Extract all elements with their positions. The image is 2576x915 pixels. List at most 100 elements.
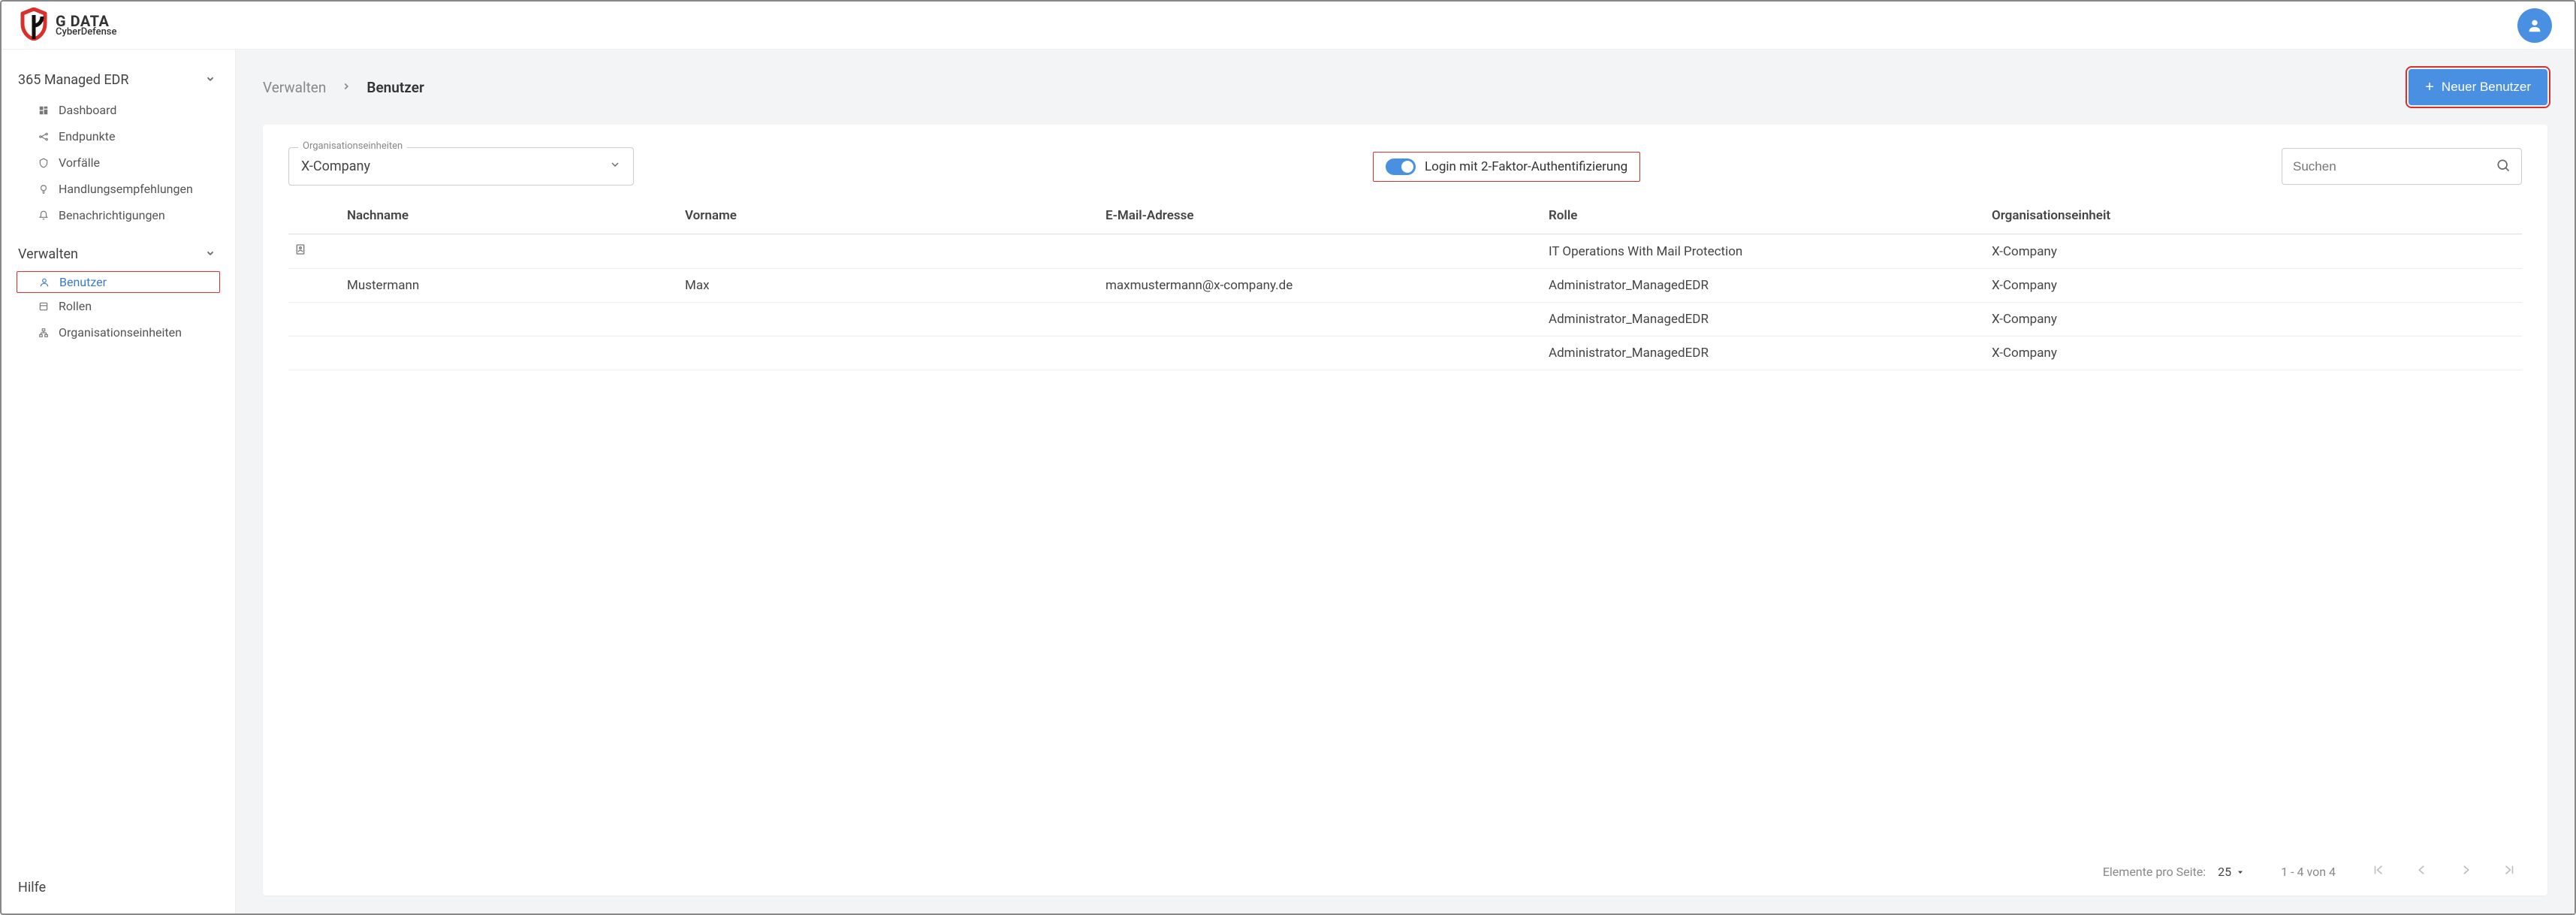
- table-header-row: Nachname Vorname E-Mail-Adresse Rolle Or…: [288, 201, 2522, 234]
- sidebar-section-365-label: 365 Managed EDR: [18, 72, 128, 88]
- pagination: Elemente pro Seite: 25 1 - 4 von 4: [288, 851, 2522, 886]
- dashboard-icon: [38, 105, 50, 116]
- main-header: Verwalten Benutzer + Neuer Benutzer: [263, 50, 2547, 125]
- users-table: Nachname Vorname E-Mail-Adresse Rolle Or…: [288, 201, 2522, 370]
- org-icon: [38, 328, 50, 338]
- chevron-right-icon: [341, 80, 351, 95]
- chevron-down-icon: [609, 159, 621, 174]
- th-email[interactable]: E-Mail-Adresse: [1099, 201, 1543, 234]
- panel: Organisationseinheiten X-Company Login m…: [263, 125, 2547, 895]
- table-row[interactable]: IT Operations With Mail ProtectionX-Comp…: [288, 234, 2522, 269]
- sidebar-section-manage-label: Verwalten: [18, 246, 78, 262]
- cell-firstname: [679, 303, 1099, 337]
- sidebar-item-incidents[interactable]: Vorfälle: [2, 149, 235, 176]
- sidebar-item-label: Rollen: [59, 299, 92, 313]
- id-badge-icon: [294, 244, 306, 259]
- pagination-perpage-label: Elemente pro Seite:: [2103, 865, 2206, 879]
- th-firstname[interactable]: Vorname: [679, 201, 1099, 234]
- page-prev-icon[interactable]: [2415, 863, 2429, 880]
- sidebar-section-365[interactable]: 365 Managed EDR: [2, 60, 235, 97]
- cell-lastname: [341, 234, 679, 269]
- cell-orgunit: X-Company: [1986, 269, 2522, 303]
- cell-firstname: [679, 234, 1099, 269]
- cell-email: maxmustermann@x-company.de: [1099, 269, 1543, 303]
- search-icon: [2496, 158, 2511, 175]
- cell-lastname: Mustermann: [341, 269, 679, 303]
- sidebar-item-notifications[interactable]: Benachrichtigungen: [2, 202, 235, 228]
- cell-role: Administrator_ManagedEDR: [1543, 269, 1986, 303]
- breadcrumb-root[interactable]: Verwalten: [263, 79, 326, 96]
- brand-shield-icon: [20, 8, 48, 43]
- pagination-perpage-value: 25: [2218, 865, 2231, 879]
- cell-orgunit: X-Company: [1986, 337, 2522, 370]
- chevron-down-icon: [205, 246, 216, 262]
- cell-lastname: [341, 303, 679, 337]
- cell-firstname: Max: [679, 269, 1099, 303]
- pagination-range: 1 - 4 von 4: [2281, 865, 2336, 879]
- page-last-icon[interactable]: [2502, 863, 2516, 880]
- org-unit-select-label: Organisationseinheiten: [298, 140, 407, 152]
- sidebar-item-recs[interactable]: Handlungsempfehlungen: [2, 176, 235, 202]
- sidebar-item-users[interactable]: Benutzer: [17, 271, 220, 293]
- sidebar-section-manage[interactable]: Verwalten: [2, 234, 235, 271]
- avatar[interactable]: [2517, 8, 2552, 43]
- lightbulb-icon: [38, 184, 50, 195]
- sidebar-item-label: Organisationseinheiten: [59, 325, 182, 340]
- roles-icon: [38, 301, 50, 312]
- sidebar-item-label: Handlungsempfehlungen: [59, 182, 193, 196]
- cell-role: Administrator_ManagedEDR: [1543, 337, 1986, 370]
- new-user-button-label: Neuer Benutzer: [2442, 80, 2531, 95]
- cell-email: [1099, 234, 1543, 269]
- table-row[interactable]: Administrator_ManagedEDRX-Company: [288, 337, 2522, 370]
- cell-email: [1099, 303, 1543, 337]
- sidebar-item-roles[interactable]: Rollen: [2, 293, 235, 319]
- sidebar-items-manage: Benutzer Rollen Organisationseinheiten: [2, 271, 235, 352]
- panel-controls: Organisationseinheiten X-Company Login m…: [288, 147, 2522, 186]
- twofa-toggle[interactable]: [1386, 159, 1416, 175]
- sidebar-item-label: Vorfälle: [59, 156, 100, 170]
- pagination-nav: [2372, 863, 2516, 880]
- cell-firstname: [679, 337, 1099, 370]
- sidebar-item-endpoints[interactable]: Endpunkte: [2, 123, 235, 149]
- sidebar-help[interactable]: Hilfe: [2, 862, 235, 913]
- pagination-perpage-select[interactable]: 25: [2218, 865, 2245, 879]
- sidebar-item-dashboard[interactable]: Dashboard: [2, 97, 235, 123]
- endpoints-icon: [38, 131, 50, 142]
- twofa-toggle-wrap: Login mit 2-Faktor-Authentifizierung: [1373, 152, 1640, 182]
- cell-orgunit: X-Company: [1986, 303, 2522, 337]
- twofa-label: Login mit 2-Faktor-Authentifizierung: [1425, 159, 1627, 174]
- main: Verwalten Benutzer + Neuer Benutzer Orga…: [236, 50, 2574, 913]
- brand-text: G DATA CyberDefense: [56, 14, 116, 37]
- table-row[interactable]: Administrator_ManagedEDRX-Company: [288, 303, 2522, 337]
- cell-email: [1099, 337, 1543, 370]
- search-box[interactable]: [2282, 148, 2522, 185]
- sidebar-help-label: Hilfe: [18, 880, 46, 895]
- sidebar-item-label: Benutzer: [59, 275, 107, 289]
- table-row[interactable]: MustermannMaxmaxmustermann@x-company.deA…: [288, 269, 2522, 303]
- brand-line2: CyberDefense: [56, 27, 116, 37]
- cell-role: Administrator_ManagedEDR: [1543, 303, 1986, 337]
- sidebar: 365 Managed EDR Dashboard Endpunkte Vorf…: [2, 50, 236, 913]
- new-user-button[interactable]: + Neuer Benutzer: [2409, 69, 2547, 105]
- controls-left: Organisationseinheiten X-Company Login m…: [288, 147, 2264, 186]
- org-unit-select[interactable]: Organisationseinheiten X-Company: [288, 147, 634, 186]
- shield-icon: [38, 158, 50, 168]
- org-unit-select-value: X-Company: [301, 159, 370, 174]
- th-role[interactable]: Rolle: [1543, 201, 1986, 234]
- pagination-perpage: Elemente pro Seite: 25: [2103, 865, 2245, 879]
- bell-icon: [38, 210, 50, 221]
- sidebar-item-label: Dashboard: [59, 103, 116, 117]
- brand: G DATA CyberDefense: [20, 8, 116, 43]
- page-first-icon[interactable]: [2372, 863, 2385, 880]
- th-orgunit[interactable]: Organisationseinheit: [1986, 201, 2522, 234]
- th-lastname[interactable]: Nachname: [341, 201, 679, 234]
- search-input[interactable]: [2293, 159, 2487, 174]
- breadcrumb: Verwalten Benutzer: [263, 79, 424, 96]
- cell-lastname: [341, 337, 679, 370]
- chevron-down-icon: [205, 72, 216, 88]
- topbar: G DATA CyberDefense: [2, 2, 2574, 50]
- user-icon: [38, 277, 50, 288]
- page-next-icon[interactable]: [2459, 863, 2472, 880]
- cell-role: IT Operations With Mail Protection: [1543, 234, 1986, 269]
- sidebar-item-orgunits[interactable]: Organisationseinheiten: [2, 319, 235, 346]
